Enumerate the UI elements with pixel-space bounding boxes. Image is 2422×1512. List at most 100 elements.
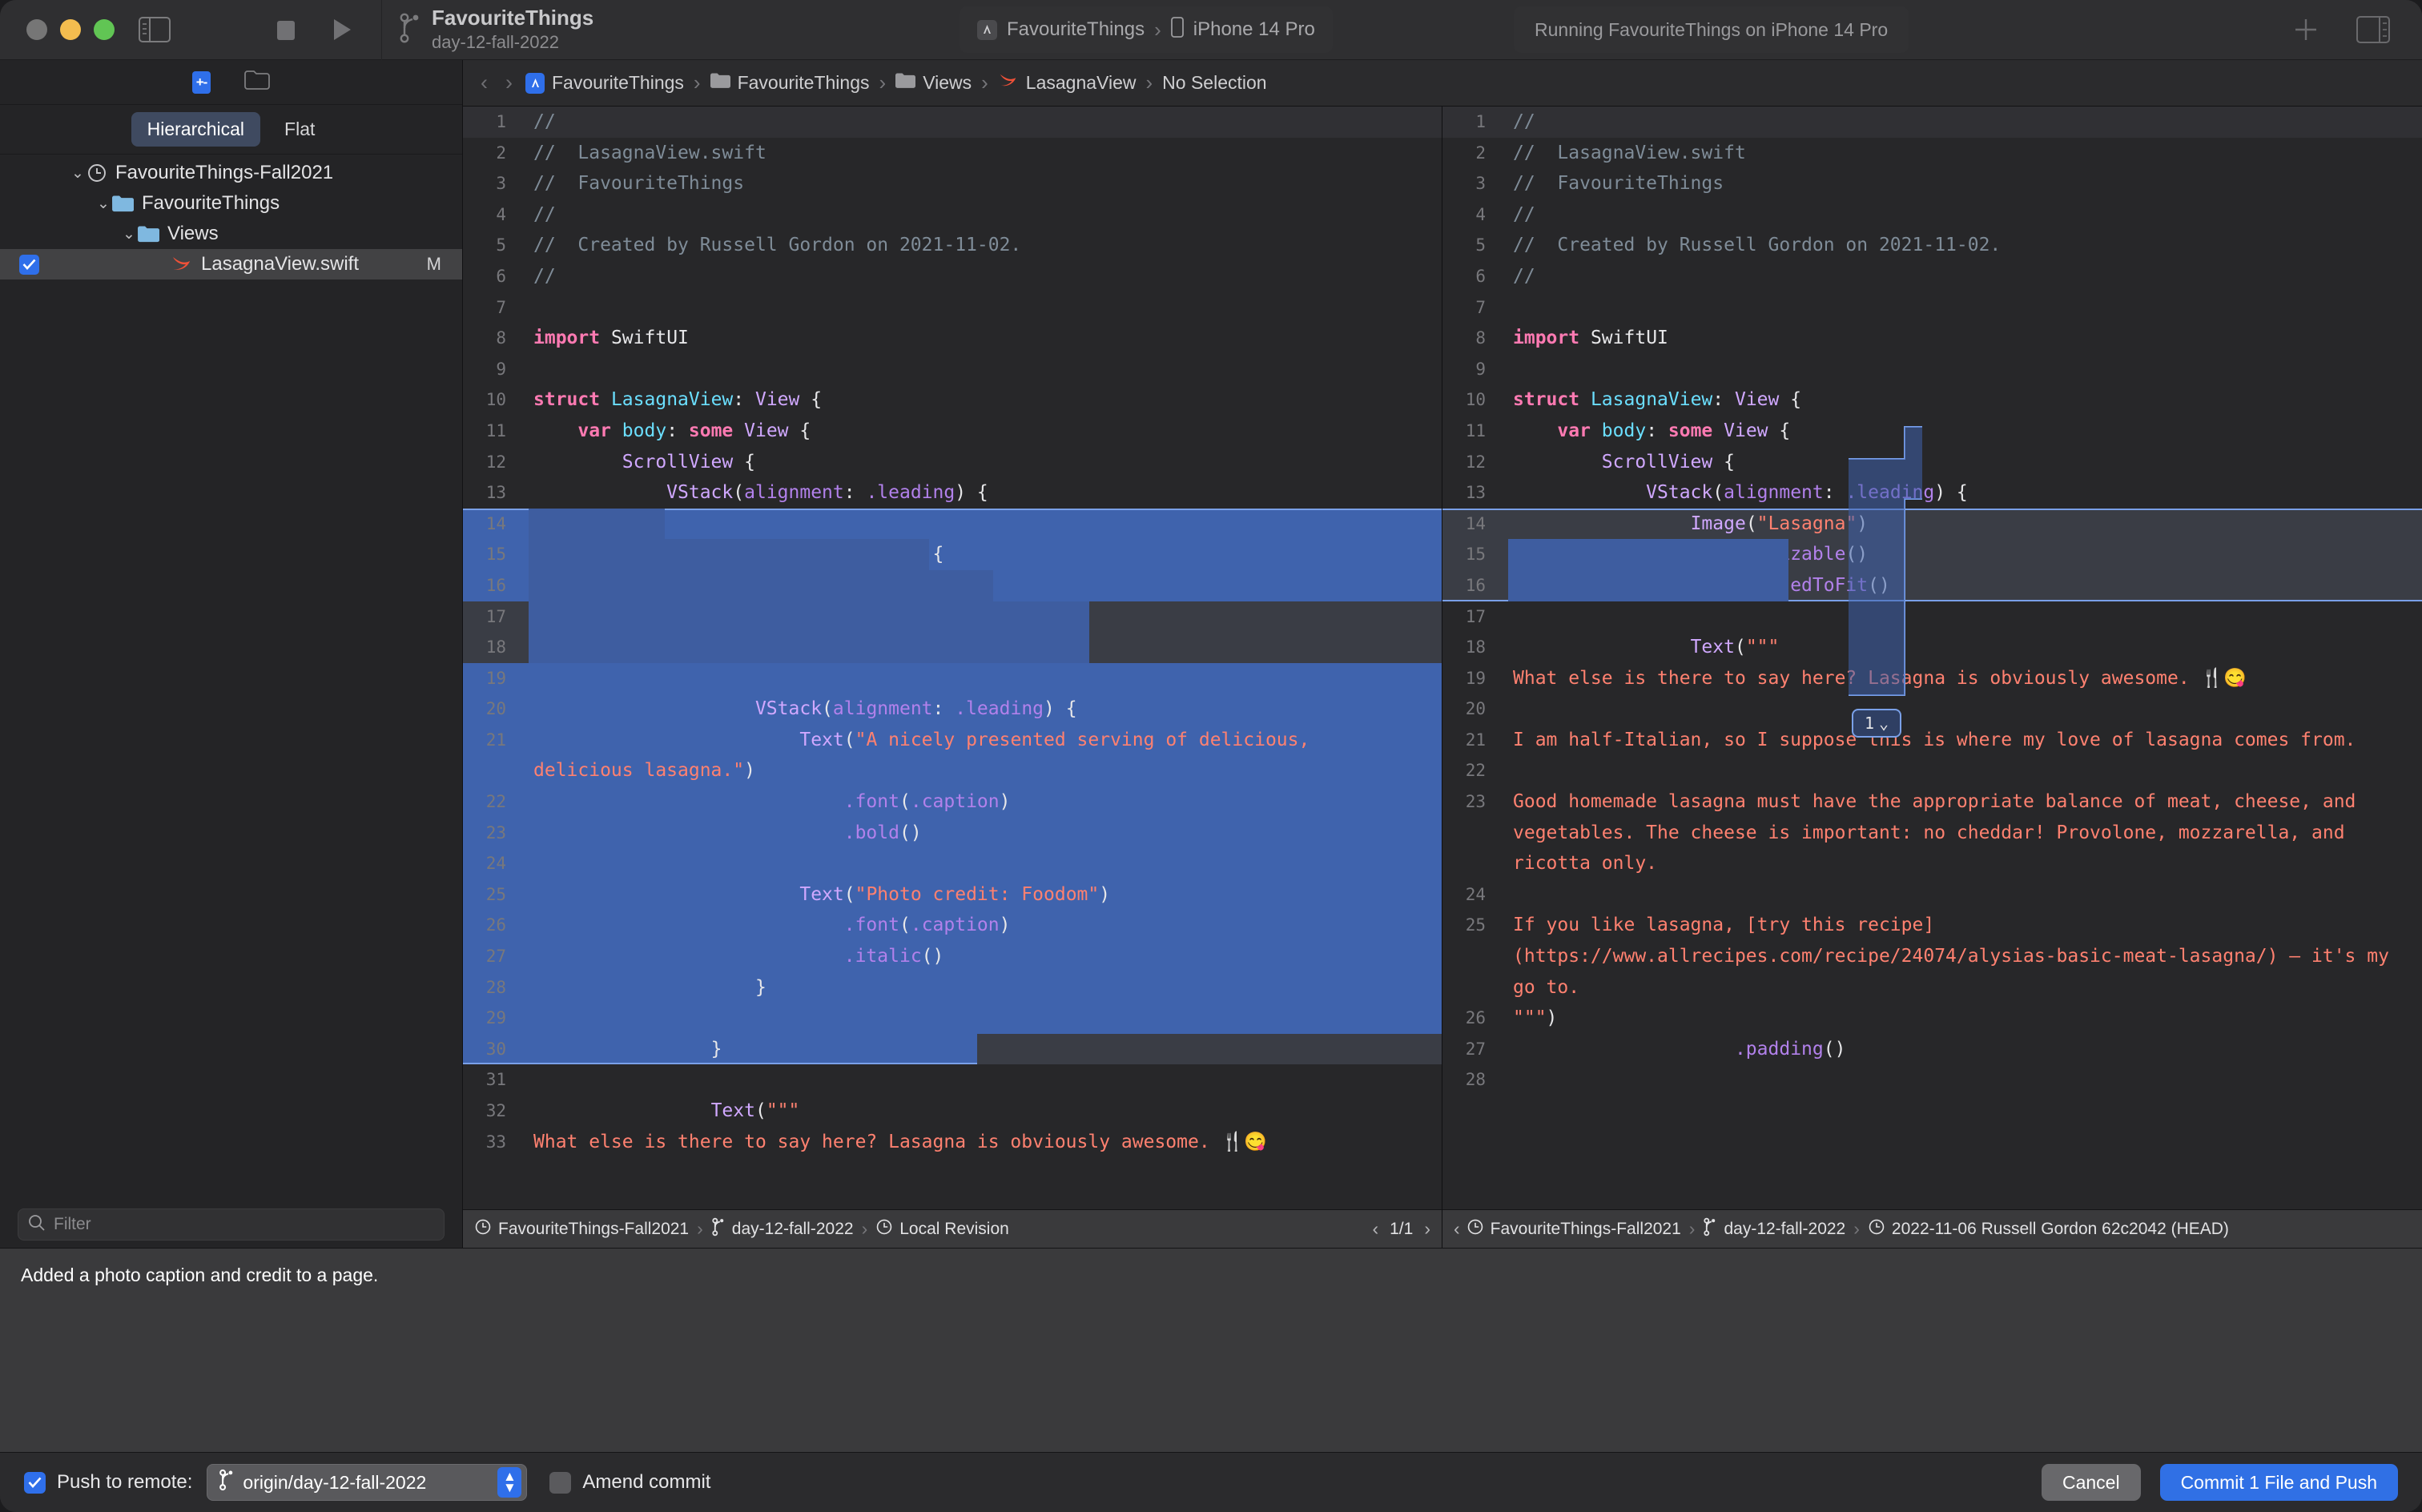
left-status-repo[interactable]: FavouriteThings-Fall2021 <box>498 1220 689 1239</box>
cancel-button[interactable]: Cancel <box>2041 1464 2141 1501</box>
code-line[interactable]: 19 What else is there to say here? Lasagn… <box>1442 663 2422 694</box>
code-line[interactable]: 12 ScrollView { <box>1442 447 2422 478</box>
code-line[interactable]: 1 // <box>1442 107 2422 138</box>
breadcrumb-item-group[interactable]: FavouriteThings <box>710 72 870 94</box>
close-button[interactable] <box>26 19 47 40</box>
plus-icon[interactable] <box>2292 16 2319 43</box>
code-line[interactable]: 8 import SwiftUI <box>1442 323 2422 354</box>
commit-button[interactable]: Commit 1 File and Push <box>2159 1464 2398 1501</box>
code-line[interactable]: 29 <box>463 1003 1442 1034</box>
code-line[interactable]: 23 Good homemade lasagna must have the ap… <box>1442 786 2422 879</box>
stop-icon[interactable] <box>264 8 308 51</box>
previous-change-button[interactable]: ‹ <box>1372 1218 1378 1240</box>
code-line[interactable]: 22 <box>1442 755 2422 786</box>
code-line[interactable]: 8 import SwiftUI <box>463 323 1442 354</box>
code-line[interactable]: 19 <box>463 662 1442 694</box>
code-line[interactable]: 27 .padding() <box>1442 1034 2422 1065</box>
segment-flat[interactable]: Flat <box>268 112 331 147</box>
push-to-remote-checkbox[interactable] <box>24 1471 46 1494</box>
code-line[interactable]: 13 VStack(alignment: .leading) { <box>1442 477 2422 509</box>
code-line[interactable]: 14 Image("Lasagna") <box>1442 508 2422 540</box>
file-checkbox[interactable] <box>19 254 39 275</box>
back-button[interactable]: ‹ <box>476 70 493 95</box>
disclosure-triangle-icon[interactable]: ⌄ <box>95 195 112 213</box>
code-line[interactable]: 9 <box>1442 354 2422 385</box>
code-line[interactable]: 10 struct LasagnaView: View { <box>463 384 1442 416</box>
segment-hierarchical[interactable]: Hierarchical <box>131 112 261 147</box>
breadcrumb-item-project[interactable]: FavouriteThings <box>525 72 684 94</box>
code-line[interactable]: 7 <box>1442 292 2422 324</box>
sidebar-toggle-icon[interactable] <box>133 8 176 51</box>
code-line[interactable]: 24 <box>463 848 1442 879</box>
code-line[interactable]: 31 <box>463 1064 1442 1096</box>
amend-commit-checkbox[interactable] <box>549 1471 572 1494</box>
code-line[interactable]: 14 <box>463 508 1442 540</box>
code-line[interactable]: 22 .font(.caption) <box>463 786 1442 818</box>
next-change-button[interactable]: › <box>1424 1218 1430 1240</box>
code-line[interactable]: 18 .scaledToFit() <box>463 632 1442 663</box>
code-line[interactable]: 7 <box>463 292 1442 324</box>
code-line[interactable]: 11 var body: some View { <box>463 416 1442 447</box>
code-line[interactable]: 16 .scaledToFit() <box>1442 569 2422 601</box>
code-line[interactable]: 28 } <box>463 971 1442 1003</box>
code-line[interactable]: 5 // Created by Russell Gordon on 2021-11… <box>463 230 1442 261</box>
code-line[interactable]: 21 I am half-Italian, so I suppose this i… <box>1442 725 2422 756</box>
left-status-branch[interactable]: day-12-fall-2022 <box>732 1220 854 1239</box>
diff-change-badge[interactable]: 1 ⌄ <box>1852 709 1901 738</box>
code-line[interactable]: 2 // LasagnaView.swift <box>463 138 1442 169</box>
code-line[interactable]: 5 // Created by Russell Gordon on 2021-11… <box>1442 230 2422 261</box>
code-line[interactable]: 2 // LasagnaView.swift <box>1442 138 2422 169</box>
code-line[interactable]: 25 Text("Photo credit: Foodom") <box>463 879 1442 911</box>
folder-icon[interactable] <box>244 70 270 94</box>
project-info[interactable]: FavouriteThings day-12-fall-2022 <box>382 6 593 52</box>
code-line[interactable]: 26 """) <box>1442 1003 2422 1034</box>
run-icon[interactable] <box>320 8 364 51</box>
code-line[interactable]: 9 <box>463 354 1442 385</box>
code-line[interactable]: 4 // <box>463 199 1442 231</box>
tree-row[interactable]: ⌄ FavouriteThings <box>0 188 462 219</box>
code-line[interactable]: 24 <box>1442 879 2422 911</box>
code-line[interactable]: 6 // <box>463 261 1442 292</box>
search-input[interactable]: Filter <box>18 1208 445 1241</box>
code-line[interactable]: 28 <box>1442 1064 2422 1096</box>
code-line[interactable]: 32 Text(""" <box>463 1096 1442 1127</box>
chevron-up-down-icon[interactable]: ▲ ▼ <box>497 1467 522 1498</box>
minimize-button[interactable] <box>60 19 81 40</box>
commit-message-input[interactable]: Added a photo caption and credit to a pa… <box>0 1249 2422 1452</box>
code-line[interactable]: 1 // <box>463 107 1442 138</box>
code-line[interactable]: 4 // <box>1442 199 2422 231</box>
previous-revision-button[interactable]: ‹ <box>1454 1218 1460 1240</box>
right-status-repo[interactable]: FavouriteThings-Fall2021 <box>1491 1220 1681 1239</box>
code-line[interactable]: 6 // <box>1442 261 2422 292</box>
disclosure-triangle-icon[interactable]: ⌄ <box>120 225 138 243</box>
tree-row[interactable]: ⌄ FavouriteThings-Fall2021 <box>0 158 462 188</box>
code-line[interactable]: 13 VStack(alignment: .leading) { <box>463 477 1442 509</box>
breadcrumb-item-selection[interactable]: No Selection <box>1162 72 1266 94</box>
right-code-scroll[interactable]: 1 // 2 // LasagnaView.swift 3 // FavouriteThi… <box>1442 107 2422 1209</box>
code-line[interactable]: 15 .resizable() <box>1442 539 2422 570</box>
code-line[interactable]: 3 // FavouriteThings <box>463 168 1442 199</box>
disclosure-triangle-icon[interactable]: ⌄ <box>69 164 86 183</box>
code-line[interactable]: 20 VStack(alignment: .leading) { <box>463 694 1442 725</box>
remote-branch-select[interactable]: origin/day-12-fall-2022 ▲ ▼ <box>207 1464 528 1501</box>
code-line[interactable]: 3 // FavouriteThings <box>1442 168 2422 199</box>
code-line[interactable]: 26 .font(.caption) <box>463 910 1442 942</box>
breadcrumb-item-file[interactable]: LasagnaView <box>998 71 1136 95</box>
code-line[interactable]: 16 Image("Lasagna") <box>463 569 1442 601</box>
code-line[interactable]: 30 } <box>463 1033 1442 1065</box>
plus-minus-icon[interactable]: +- <box>192 70 211 94</box>
code-line[interactable]: 17 .resizable() <box>463 601 1442 633</box>
right-status-branch[interactable]: day-12-fall-2022 <box>1724 1220 1845 1239</box>
code-line[interactable]: 17 <box>1442 601 2422 633</box>
tree-row[interactable]: ⌄ Views <box>0 219 462 249</box>
code-line[interactable]: 10 struct LasagnaView: View { <box>1442 384 2422 416</box>
code-line[interactable]: 20 <box>1442 694 2422 725</box>
code-line[interactable]: 27 .italic() <box>463 941 1442 972</box>
code-line[interactable]: 12 ScrollView { <box>463 447 1442 478</box>
left-code-scroll[interactable]: 1 // 2 // LasagnaView.swift 3 // FavouriteThi… <box>463 107 1442 1209</box>
code-line[interactable]: 33 What else is there to say here? Lasagn… <box>463 1127 1442 1158</box>
code-line[interactable]: 23 .bold() <box>463 817 1442 849</box>
code-line[interactable]: 21 Text("A nicely presented serving of d… <box>463 724 1442 787</box>
code-line[interactable]: 15 VStack(spacing: 10) { <box>463 539 1442 570</box>
right-status-commit[interactable]: 2022-11-06 Russell Gordon 62c2042 (HEAD) <box>1892 1220 2229 1239</box>
